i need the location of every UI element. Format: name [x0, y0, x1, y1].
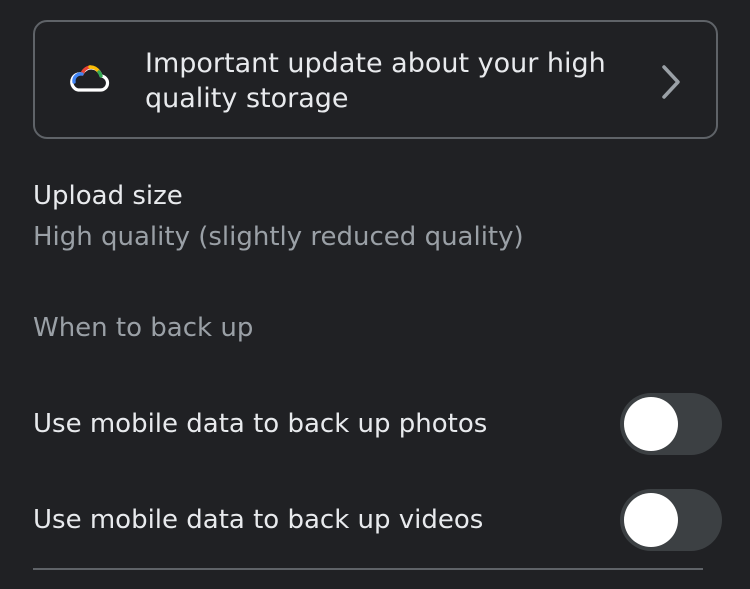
- chevron-right-icon: [656, 62, 686, 102]
- toggle-knob: [624, 493, 678, 547]
- banner-text: Important update about your high quality…: [145, 48, 606, 114]
- divider: [33, 568, 703, 570]
- mobile-data-photos-label: Use mobile data to back up photos: [33, 409, 488, 439]
- upload-size-title: Upload size: [33, 181, 183, 211]
- cloud-icon: [68, 62, 110, 94]
- mobile-data-photos-toggle[interactable]: [620, 393, 722, 455]
- mobile-data-videos-label: Use mobile data to back up videos: [33, 505, 484, 535]
- mobile-data-videos-toggle[interactable]: [620, 489, 722, 551]
- upload-size-value: High quality (slightly reduced quality): [33, 222, 524, 252]
- when-to-back-up-header: When to back up: [33, 313, 254, 343]
- toggle-knob: [624, 397, 678, 451]
- storage-update-banner[interactable]: Important update about your high quality…: [33, 20, 718, 139]
